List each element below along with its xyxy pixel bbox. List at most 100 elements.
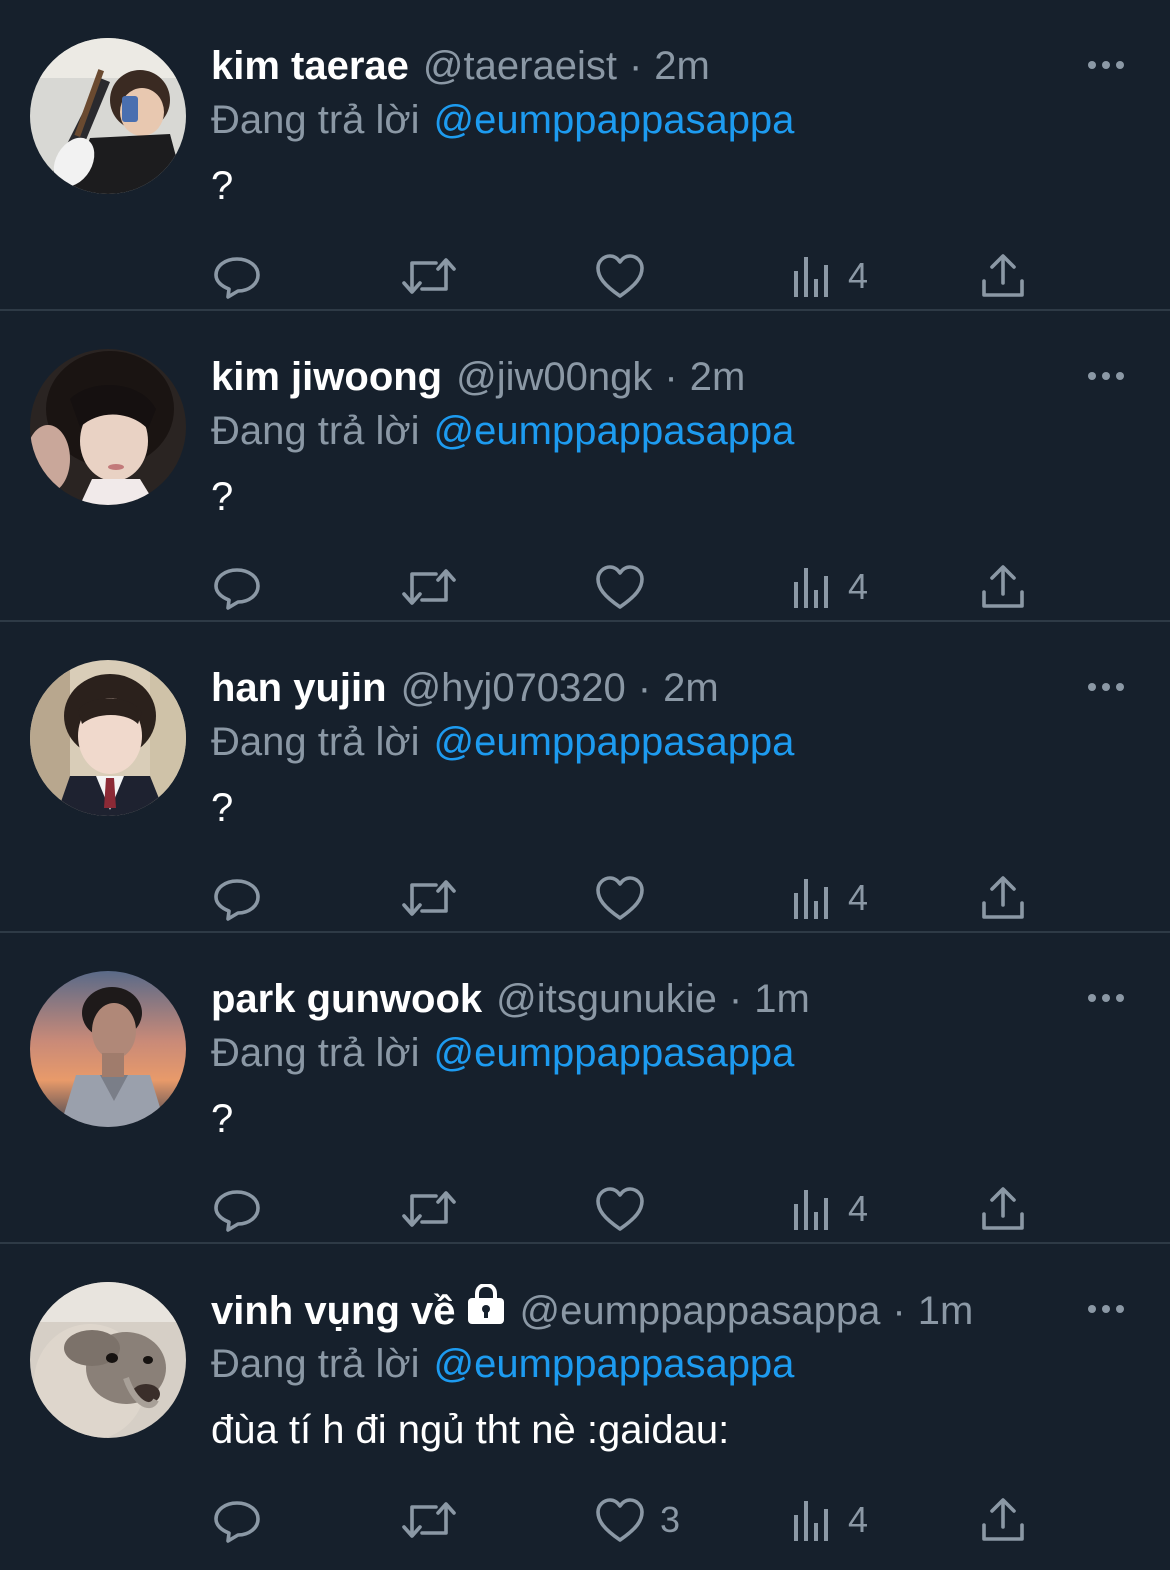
avatar[interactable] <box>30 971 186 1127</box>
timestamp[interactable]: 1m <box>754 973 810 1025</box>
retweet-icon <box>402 1191 456 1227</box>
views-button[interactable]: 4 <box>790 1181 868 1237</box>
user-handle[interactable]: @itsgunukie <box>496 973 717 1025</box>
tweet-header: vinh vụng về @eumppappasappa · 1m <box>211 1284 973 1336</box>
replying-to: Đang trả lời @eumppappasappa <box>211 94 794 146</box>
views-button[interactable]: 4 <box>790 559 868 615</box>
heart-icon <box>596 1498 644 1542</box>
reply-label: Đang trả lời <box>211 720 420 764</box>
mention-link[interactable]: @eumppappasappa <box>434 98 795 142</box>
heart-icon <box>596 876 644 920</box>
share-icon <box>982 1187 1024 1230</box>
share-button[interactable] <box>978 248 1028 304</box>
retweet-button[interactable] <box>400 870 458 926</box>
views-button[interactable]: 4 <box>790 248 868 304</box>
replying-to: Đang trả lời @eumppappasappa <box>211 1338 794 1390</box>
reply-label: Đang trả lời <box>211 409 420 453</box>
timestamp[interactable]: 1m <box>918 1285 974 1337</box>
avatar[interactable] <box>30 38 186 194</box>
share-button[interactable] <box>978 559 1028 615</box>
mention-link[interactable]: @eumppappasappa <box>434 720 795 764</box>
reply-icon <box>214 1190 260 1232</box>
display-name[interactable]: kim taerae <box>211 40 409 92</box>
display-name[interactable]: park gunwook <box>211 973 482 1025</box>
display-name[interactable]: han yujin <box>211 662 387 714</box>
timestamp[interactable]: 2m <box>690 351 746 403</box>
view-count: 4 <box>848 877 869 918</box>
share-button[interactable] <box>978 1492 1028 1548</box>
tweet-header: kim taerae @taeraeist · 2m <box>211 40 710 92</box>
like-button[interactable] <box>594 248 660 304</box>
tweet-text: đùa tí h đi ngủ tht nè :gaidau: <box>211 1408 730 1452</box>
avatar-image <box>30 971 186 1127</box>
views-icon <box>794 1190 828 1230</box>
like-count: 3 <box>660 1499 681 1540</box>
heart-icon <box>596 565 644 609</box>
more-icon[interactable] <box>1086 672 1126 702</box>
avatar[interactable] <box>30 660 186 816</box>
views-button[interactable]: 4 <box>790 870 868 926</box>
heart-icon <box>596 254 644 298</box>
share-button[interactable] <box>978 870 1028 926</box>
reply-button[interactable] <box>212 870 262 926</box>
tweet-text: ? <box>211 164 234 208</box>
retweet-button[interactable] <box>400 248 458 304</box>
mention-link[interactable]: @eumppappasappa <box>434 1342 795 1386</box>
tweet[interactable]: park gunwook @itsgunukie · 1m Đang trả l… <box>0 933 1170 1244</box>
more-icon[interactable] <box>1086 1294 1126 1324</box>
user-handle[interactable]: @taeraeist <box>423 40 617 92</box>
action-bar: 4 <box>0 248 1170 304</box>
reply-button[interactable] <box>212 248 262 304</box>
like-button[interactable] <box>594 870 660 926</box>
share-button[interactable] <box>978 1181 1028 1237</box>
separator: · <box>664 355 678 399</box>
tweet-header: park gunwook @itsgunukie · 1m <box>211 973 810 1025</box>
retweet-button[interactable] <box>400 1492 458 1548</box>
action-bar: 4 <box>0 870 1170 926</box>
action-bar: 3 4 <box>0 1492 1170 1548</box>
reply-label: Đang trả lời <box>211 1031 420 1075</box>
share-icon <box>982 565 1024 608</box>
retweet-button[interactable] <box>400 559 458 615</box>
tweet[interactable]: kim taerae @taeraeist · 2m Đang trả lời @… <box>0 0 1170 311</box>
like-button[interactable] <box>594 559 660 615</box>
mention-link[interactable]: @eumppappasappa <box>434 409 795 453</box>
views-button[interactable]: 4 <box>790 1492 868 1548</box>
retweet-button[interactable] <box>400 1181 458 1237</box>
display-name[interactable]: vinh vụng về <box>211 1285 456 1337</box>
avatar[interactable] <box>30 349 186 505</box>
tweet[interactable]: vinh vụng về @eumppappasappa · 1m Đang t… <box>0 1244 1170 1570</box>
user-handle[interactable]: @jiw00ngk <box>456 351 652 403</box>
reply-button[interactable] <box>212 1181 262 1237</box>
user-handle[interactable]: @eumppappasappa <box>520 1285 881 1337</box>
tweet[interactable]: kim jiwoong @jiw00ngk · 2m Đang trả lời @… <box>0 311 1170 622</box>
retweet-icon <box>402 1502 456 1538</box>
tweet-text: ? <box>211 786 234 830</box>
avatar-image <box>30 660 186 816</box>
reply-icon <box>214 568 260 610</box>
views-icon <box>794 568 828 608</box>
like-button[interactable]: 3 <box>594 1492 680 1548</box>
timestamp[interactable]: 2m <box>663 662 719 714</box>
avatar-image <box>30 38 186 194</box>
user-handle[interactable]: @hyj070320 <box>401 662 626 714</box>
more-icon[interactable] <box>1086 983 1126 1013</box>
mention-link[interactable]: @eumppappasappa <box>434 1031 795 1075</box>
retweet-icon <box>402 258 456 294</box>
action-bar: 4 <box>0 559 1170 615</box>
replying-to: Đang trả lời @eumppappasappa <box>211 405 794 457</box>
like-button[interactable] <box>594 1181 660 1237</box>
reply-button[interactable] <box>212 559 262 615</box>
timestamp[interactable]: 2m <box>654 40 710 92</box>
avatar[interactable] <box>30 1282 186 1438</box>
display-name[interactable]: kim jiwoong <box>211 351 442 403</box>
heart-icon <box>596 1187 644 1231</box>
replying-to: Đang trả lời @eumppappasappa <box>211 716 794 768</box>
share-icon <box>982 1498 1024 1541</box>
reply-button[interactable] <box>212 1492 262 1548</box>
more-icon[interactable] <box>1086 50 1126 80</box>
tweet[interactable]: han yujin @hyj070320 · 2m Đang trả lời @e… <box>0 622 1170 933</box>
separator: · <box>628 44 643 88</box>
tweet-text: ? <box>211 1097 234 1141</box>
more-icon[interactable] <box>1086 361 1126 391</box>
